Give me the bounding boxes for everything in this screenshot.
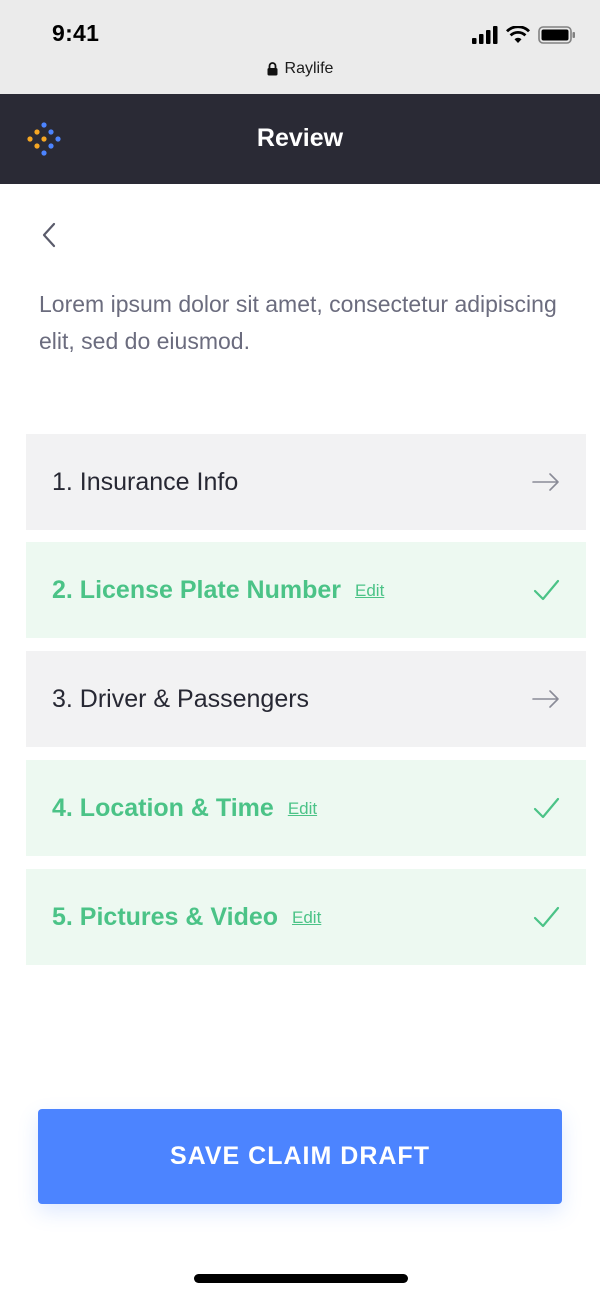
chevron-left-icon (42, 222, 56, 248)
lock-icon (267, 62, 278, 76)
home-indicator[interactable] (194, 1274, 408, 1283)
wifi-icon (506, 26, 530, 43)
url-text: Raylife (284, 60, 334, 77)
check-icon (533, 579, 560, 601)
step-label: 1. Insurance Info (52, 467, 239, 496)
check-icon (533, 906, 560, 928)
step-label: 2. License Plate Number (52, 575, 342, 604)
step-location-time[interactable]: 4. Location & Time Edit (26, 760, 586, 856)
arrow-right-icon (532, 473, 559, 491)
page-title: Review (256, 124, 344, 152)
status-bar: 9:41 Raylife (0, 0, 600, 94)
app-header: Review (0, 94, 600, 184)
intro-text: Lorem ipsum dolor sit amet, consectetur … (39, 291, 557, 354)
battery-icon (538, 26, 575, 44)
edit-link[interactable]: Edit (292, 908, 321, 928)
step-driver-passengers[interactable]: 3. Driver & Passengers (26, 651, 586, 747)
status-time: 9:41 (52, 20, 100, 46)
back-button[interactable] (34, 220, 64, 250)
edit-link[interactable]: Edit (288, 799, 317, 819)
save-claim-draft-button[interactable]: SAVE CLAIM DRAFT (38, 1109, 562, 1204)
step-label: 3. Driver & Passengers (52, 684, 310, 713)
arrow-right-icon (532, 690, 559, 708)
check-icon (533, 797, 560, 819)
step-license-plate-number[interactable]: 2. License Plate Number Edit (26, 542, 586, 638)
step-label: 5. Pictures & Video (52, 902, 279, 931)
step-pictures-video[interactable]: 5. Pictures & Video Edit (26, 869, 586, 965)
step-label: 4. Location & Time (52, 793, 274, 822)
url-bar[interactable]: Raylife (0, 60, 600, 78)
edit-link[interactable]: Edit (355, 581, 384, 601)
signal-icon (472, 26, 498, 44)
step-insurance-info[interactable]: 1. Insurance Info (26, 434, 586, 530)
status-icons (472, 24, 576, 46)
